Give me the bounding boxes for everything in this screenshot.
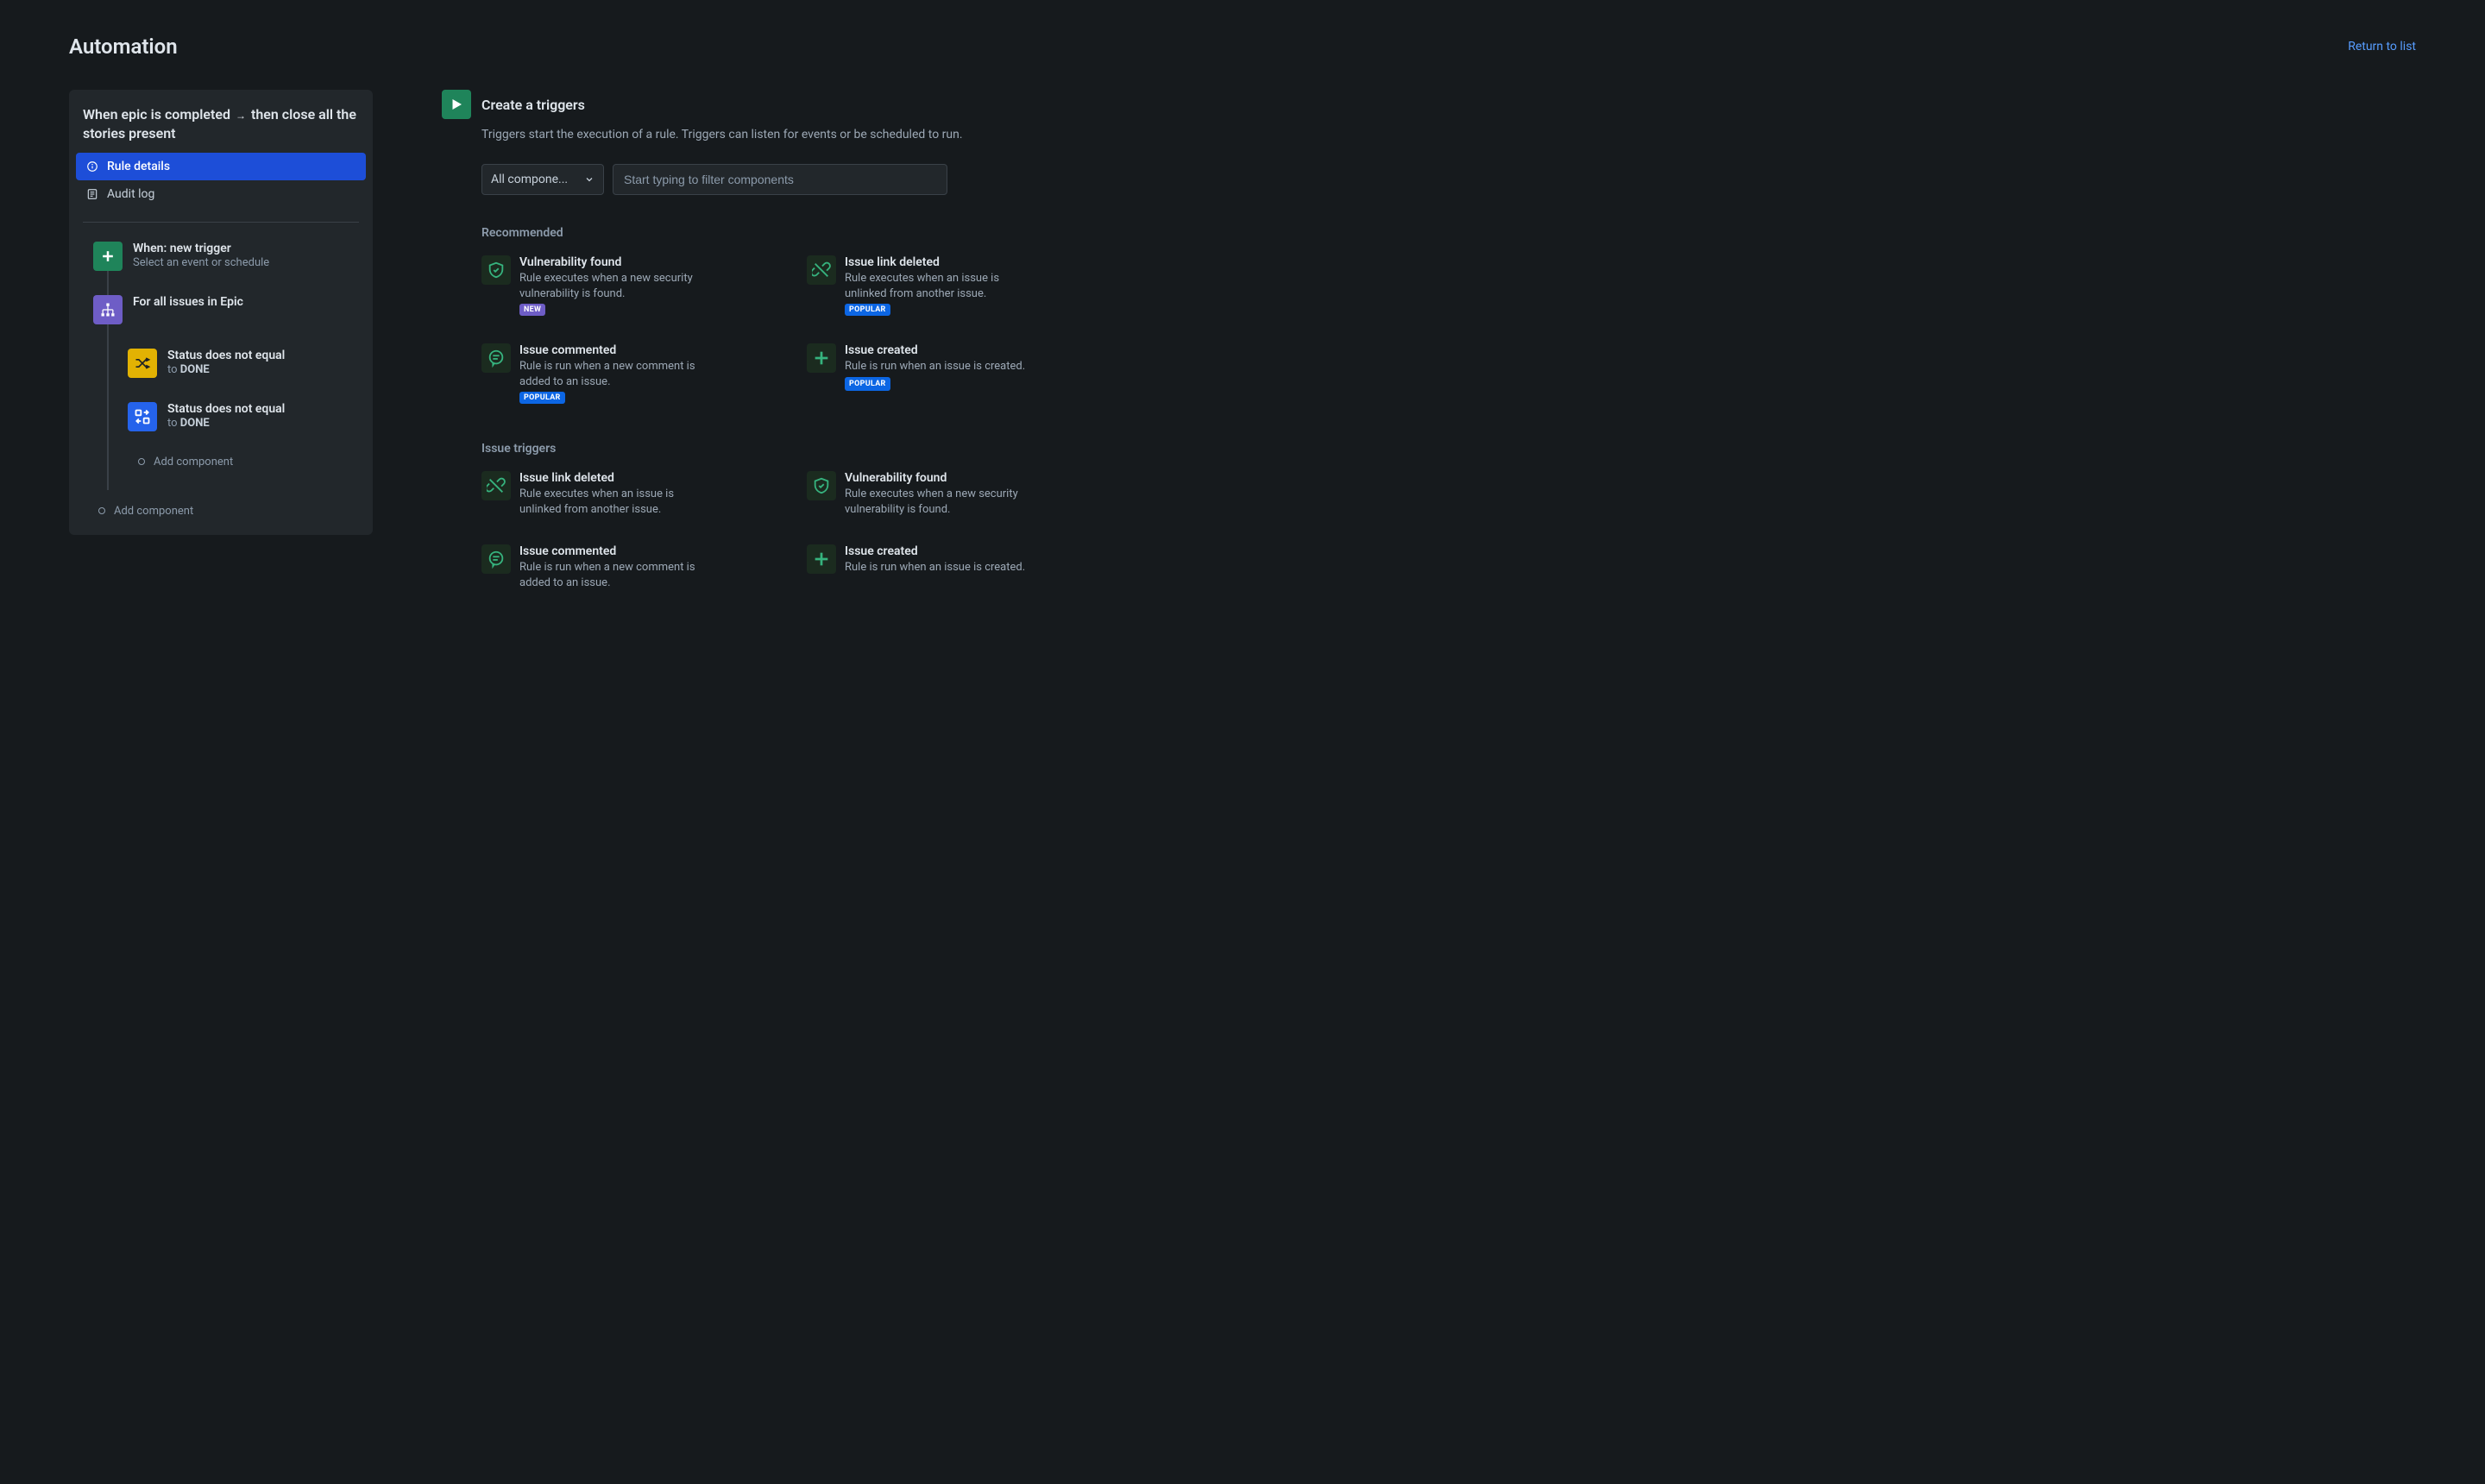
shuffle-icon [128, 349, 157, 378]
add-label: Add component [154, 456, 233, 468]
trigger-title: Issue created [845, 343, 1035, 357]
step-title: When: new trigger [133, 242, 269, 255]
trigger-title: Issue commented [519, 544, 709, 558]
nav-label: Rule details [107, 160, 170, 173]
step-condition-1[interactable]: Status does not equal to DONE [128, 349, 366, 402]
add-label: Add component [114, 505, 193, 518]
section-issue-title: Issue triggers [481, 442, 1098, 456]
trigger-title: Issue link deleted [845, 255, 1035, 269]
step-branch[interactable]: For all issues in Epic [93, 295, 366, 349]
trigger-selection-panel: Create a triggers Triggers start the exe… [442, 90, 1098, 628]
step-subtitle: to DONE [167, 417, 285, 430]
trigger-description: Rule is run when an issue is created. PO… [845, 359, 1035, 391]
trigger-card[interactable]: Issue link deleted Rule executes when an … [807, 255, 1098, 316]
trigger-card[interactable]: Issue commented Rule is run when a new co… [481, 343, 772, 404]
trigger-description: Rule is run when a new comment is added … [519, 359, 709, 389]
trigger-card[interactable]: Issue commented Rule is run when a new co… [481, 544, 772, 590]
trigger-title: Issue created [845, 544, 1025, 558]
transition-icon [128, 402, 157, 431]
trigger-title: Vulnerability found [845, 471, 1035, 485]
comment-icon [481, 343, 511, 373]
return-to-list-link[interactable]: Return to list [2348, 40, 2416, 53]
nav-audit-log[interactable]: Audit log [76, 180, 366, 208]
step-subtitle: Select an event or schedule [133, 256, 269, 269]
nav-rule-details[interactable]: Rule details [76, 153, 366, 180]
comment-icon [481, 544, 511, 574]
info-icon [86, 160, 98, 173]
dropdown-label: All compone... [491, 173, 568, 186]
trigger-description: Rule executes when an issue is unlinked … [845, 271, 1035, 301]
nav-label: Audit log [107, 187, 154, 201]
component-search-input[interactable] [613, 164, 947, 195]
trigger-description: Rule is run when an issue is created. [845, 560, 1025, 575]
circle-icon [98, 507, 105, 514]
trigger-title: Issue link deleted [519, 471, 709, 485]
trigger-card[interactable]: Vulnerability found Rule executes when a … [807, 471, 1098, 517]
trigger-description: Rule executes when an issue is unlinked … [519, 487, 709, 517]
unlink-icon [481, 471, 511, 500]
rule-name-title: When epic is completed → then close all … [76, 104, 366, 153]
trigger-card[interactable]: Issue created Rule is run when an issue i… [807, 544, 1098, 590]
trigger-description: Rule is run when a new comment is added … [519, 560, 709, 590]
trigger-card[interactable]: Issue created Rule is run when an issue i… [807, 343, 1098, 404]
popular-badge: POPULAR [519, 392, 565, 404]
branch-icon [93, 295, 123, 324]
trigger-card[interactable]: Issue link deleted Rule executes when an … [481, 471, 772, 517]
trigger-card[interactable]: Vulnerability found Rule executes when a … [481, 255, 772, 316]
section-recommended-title: Recommended [481, 226, 1098, 240]
new-badge: NEW [519, 304, 545, 316]
add-component-root[interactable]: Add component [88, 505, 366, 518]
plus-icon [807, 544, 836, 574]
arrow-icon: → [236, 110, 246, 122]
trigger-title: Issue commented [519, 343, 709, 357]
connector-line [107, 431, 109, 490]
step-condition-2[interactable]: Status does not equal to DONE [128, 402, 366, 456]
play-icon [442, 90, 471, 119]
popular-badge: POPULAR [845, 304, 890, 316]
panel-description: Triggers start the execution of a rule. … [481, 128, 1098, 141]
step-title: For all issues in Epic [133, 295, 243, 309]
add-component-branch[interactable]: Add component [128, 456, 233, 468]
trigger-description: Rule executes when a new security vulner… [845, 487, 1035, 517]
page-title: Automation [69, 35, 178, 59]
popular-badge: POPULAR [845, 377, 890, 391]
component-filter-dropdown[interactable]: All compone... [481, 164, 604, 195]
shield-icon [807, 471, 836, 500]
panel-title: Create a triggers [481, 97, 585, 113]
unlink-icon [807, 255, 836, 285]
trigger-description: Rule executes when a new security vulner… [519, 271, 709, 301]
step-subtitle: to DONE [167, 363, 285, 376]
plus-icon [807, 343, 836, 373]
plus-icon [93, 242, 123, 271]
circle-icon [138, 458, 145, 465]
step-trigger[interactable]: When: new trigger Select an event or sch… [93, 242, 366, 295]
step-title: Status does not equal [167, 402, 285, 416]
step-title: Status does not equal [167, 349, 285, 362]
shield-icon [481, 255, 511, 285]
trigger-title: Vulnerability found [519, 255, 709, 269]
rule-sidebar: When epic is completed → then close all … [69, 90, 373, 535]
chevron-down-icon [584, 174, 595, 185]
divider [83, 222, 359, 223]
log-icon [86, 188, 98, 200]
